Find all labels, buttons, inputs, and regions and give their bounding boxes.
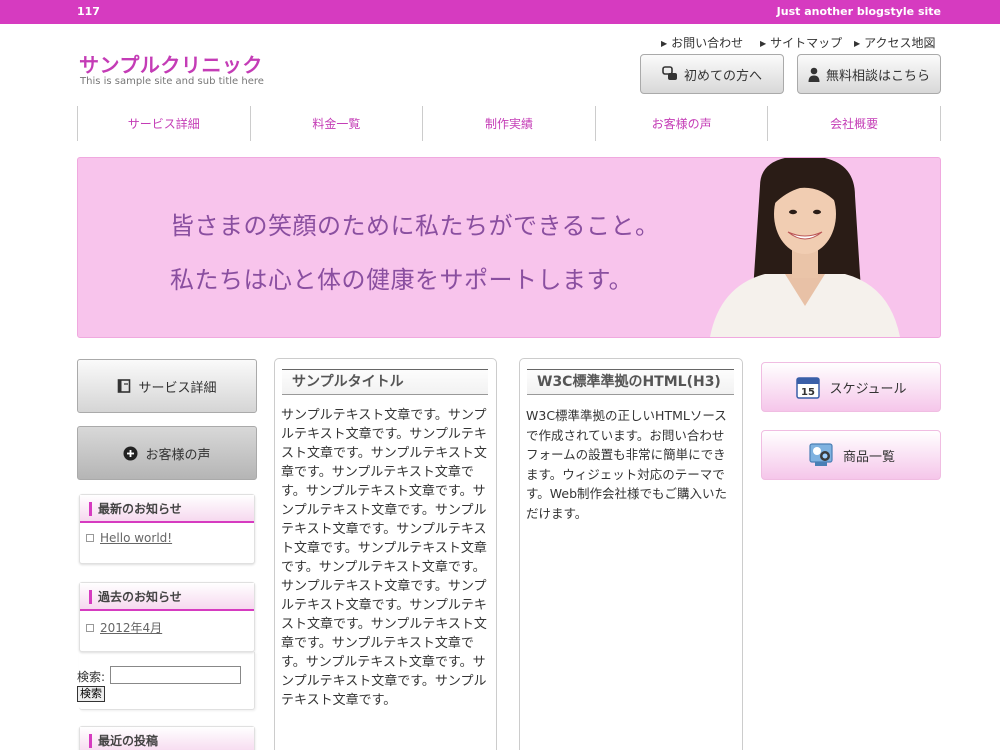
customer-voice-button-label: お客様の声 xyxy=(145,447,211,463)
service-details-button[interactable]: サービス詳細 xyxy=(77,359,257,413)
notebook-icon xyxy=(118,379,131,393)
recent-posts-widget: 最近の投稿 xyxy=(79,726,255,750)
free-consult-button[interactable]: 無料相談はこちら xyxy=(797,54,941,94)
schedule-button[interactable]: 15 スケジュール xyxy=(761,362,941,412)
archive-april-2012-link[interactable]: 2012年4月 xyxy=(100,621,162,635)
widget-title: 最近の投稿 xyxy=(80,727,254,750)
product-catalog-icon xyxy=(809,443,833,466)
first-time-button-label: 初めての方へ xyxy=(683,68,762,84)
site-subtitle: This is sample site and sub title here xyxy=(80,76,264,87)
first-time-button[interactable]: 初めての方へ xyxy=(640,54,784,94)
calendar-day: 15 xyxy=(801,387,815,398)
site-logo-title[interactable]: サンプルクリニック xyxy=(79,49,263,78)
widget-body: 2012年4月 xyxy=(80,611,254,651)
bullet-icon xyxy=(86,624,94,632)
post-title: サンプルタイトル xyxy=(282,369,488,395)
triangle-right-icon: ▶ xyxy=(854,39,861,48)
hero-headline: 皆さまの笑顔のために私たちができること。 xyxy=(170,212,660,240)
triangle-right-icon: ▶ xyxy=(661,39,668,48)
triangle-right-icon: ▶ xyxy=(760,39,767,48)
products-button[interactable]: 商品一覧 xyxy=(761,430,941,480)
service-details-button-label: サービス詳細 xyxy=(138,380,217,396)
sample-post: サンプルタイトル サンプルテキスト文章です。サンプルテキスト文章です。サンプルテ… xyxy=(274,358,497,750)
smiling-woman-image xyxy=(710,158,900,337)
top-bar: 117 Just another blogstyle site xyxy=(0,0,1000,24)
widget-title: 過去のお知らせ xyxy=(80,583,254,611)
post-title: W3C標準準拠のHTML(H3) xyxy=(527,369,734,395)
free-consult-button-label: 無料相談はこちら xyxy=(825,68,930,84)
widget-title: 最新のお知らせ xyxy=(80,495,254,523)
sitemap-link[interactable]: ▶ サイトマップ xyxy=(760,34,842,51)
speech-bubbles-icon xyxy=(662,66,677,80)
widget-body: Hello world! xyxy=(80,523,254,563)
nav-item-voice[interactable]: お客様の声 xyxy=(594,106,768,141)
nav-item-pricing[interactable]: 料金一覧 xyxy=(249,106,423,141)
schedule-button-label: スケジュール xyxy=(829,381,907,397)
access-map-link-label: アクセス地図 xyxy=(864,36,936,50)
hero-subheadline: 私たちは心と体の健康をサポートします。 xyxy=(170,266,634,294)
plus-circle-icon xyxy=(123,446,138,460)
access-map-link[interactable]: ▶ アクセス地図 xyxy=(854,34,936,51)
sitemap-link-label: サイトマップ xyxy=(770,36,843,50)
post-body: サンプルテキスト文章です。サンプルテキスト文章です。サンプルテキスト文章です。サ… xyxy=(281,408,487,708)
latest-news-widget: 最新のお知らせ Hello world! xyxy=(79,494,255,564)
person-icon xyxy=(808,67,820,82)
hero-banner: 皆さまの笑顔のために私たちができること。 私たちは心と体の健康をサポートします。 xyxy=(77,157,941,338)
contact-link-label: お問い合わせ xyxy=(671,36,744,50)
hello-world-link[interactable]: Hello world! xyxy=(100,531,172,545)
search-input[interactable] xyxy=(110,666,241,684)
calendar-icon: 15 xyxy=(796,377,821,399)
bullet-icon xyxy=(86,534,94,542)
top-bar-left-text: 117 xyxy=(77,5,100,18)
nav-item-company[interactable]: 会社概要 xyxy=(767,106,941,141)
nav-item-works[interactable]: 制作実績 xyxy=(422,106,595,141)
post-body: W3C標準準拠の正しいHTMLソースで作成されています。お問い合わせフォームの設… xyxy=(526,408,728,521)
contact-link[interactable]: ▶ お問い合わせ xyxy=(661,34,743,51)
archive-widget: 過去のお知らせ 2012年4月 xyxy=(79,582,255,652)
w3c-post: W3C標準準拠のHTML(H3) W3C標準準拠の正しいHTMLソースで作成され… xyxy=(519,358,743,750)
customer-voice-button[interactable]: お客様の声 xyxy=(77,426,257,480)
search-button[interactable]: 検索 xyxy=(77,686,105,702)
site-tagline: Just another blogstyle site xyxy=(776,5,941,18)
nav-item-service[interactable]: サービス詳細 xyxy=(77,106,250,141)
products-button-label: 商品一覧 xyxy=(842,449,895,465)
main-nav: サービス詳細 料金一覧 制作実績 お客様の声 会社概要 xyxy=(77,106,941,141)
search-label: 検索: xyxy=(77,670,106,684)
